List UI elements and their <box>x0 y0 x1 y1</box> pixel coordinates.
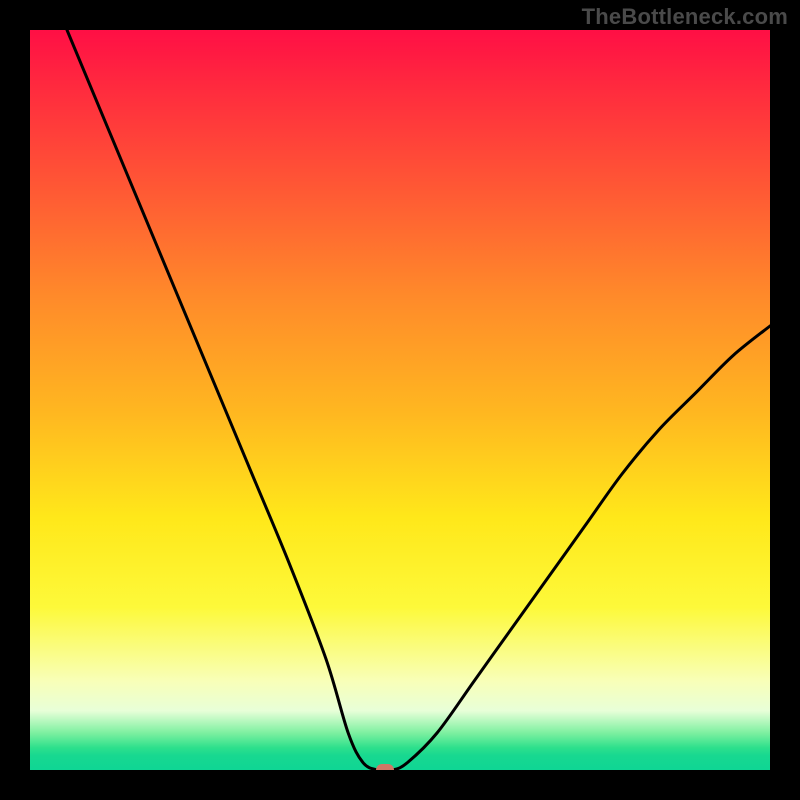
bottleneck-curve <box>30 30 770 770</box>
chart-frame: TheBottleneck.com <box>0 0 800 800</box>
optimal-marker <box>376 764 394 770</box>
watermark-text: TheBottleneck.com <box>582 4 788 30</box>
plot-area <box>30 30 770 770</box>
